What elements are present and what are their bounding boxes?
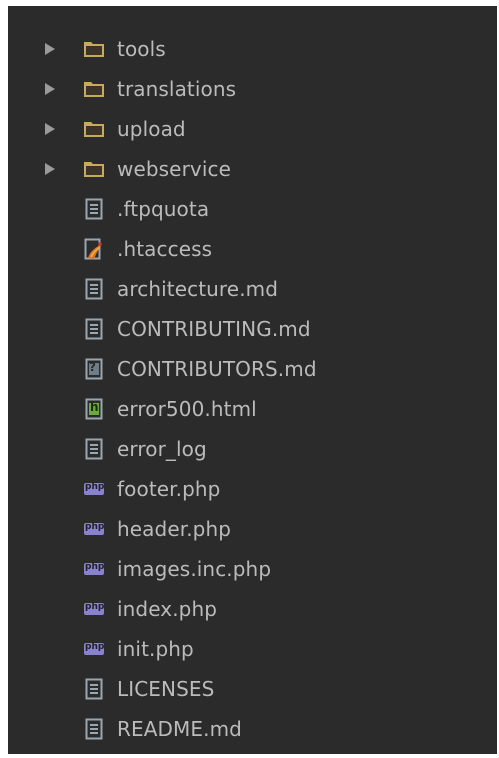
tree-item-label: .ftpquota [117, 197, 210, 221]
tree-item-label: header.php [117, 517, 232, 541]
folder-icon [83, 118, 105, 140]
project-tree-panel: tools translations upload webservice .ft… [8, 6, 497, 754]
folder-icon [83, 78, 105, 100]
screenshot-frame: tools translations upload webservice .ft… [0, 0, 499, 758]
tree-folder-tools[interactable]: tools [9, 29, 496, 69]
tree-item-label: README.md [117, 717, 242, 741]
php-file-icon: php [83, 558, 105, 580]
text-file-icon [83, 318, 105, 340]
expand-arrow-icon[interactable] [43, 162, 57, 176]
tree-file-readme-md[interactable]: README.md [9, 709, 496, 749]
tree-item-label: error500.html [117, 397, 257, 421]
file-tree: tools translations upload webservice .ft… [9, 29, 496, 749]
text-file-icon [83, 278, 105, 300]
php-file-icon: php [83, 518, 105, 540]
expand-arrow-icon[interactable] [43, 82, 57, 96]
php-file-glyph: php [85, 602, 105, 612]
tree-item-label: webservice [117, 157, 231, 181]
htaccess-file-icon [83, 238, 105, 260]
text-file-icon [83, 198, 105, 220]
tree-item-label: init.php [117, 637, 194, 661]
tree-item-label: architecture.md [117, 277, 279, 301]
php-file-glyph: php [85, 642, 105, 652]
expand-arrow-icon[interactable] [43, 42, 57, 56]
php-file-glyph: php [85, 562, 105, 572]
unknown-file-glyph: ? [89, 360, 96, 374]
php-file-icon: php [83, 598, 105, 620]
php-file-glyph: php [85, 522, 105, 532]
tree-file-architecture-md[interactable]: architecture.md [9, 269, 496, 309]
tree-item-label: images.inc.php [117, 557, 272, 581]
php-file-icon: php [83, 478, 105, 500]
tree-item-label: LICENSES [117, 677, 215, 701]
tree-item-label: CONTRIBUTING.md [117, 317, 311, 341]
folder-icon [83, 158, 105, 180]
tree-item-label: tools [117, 37, 166, 61]
tree-file-init-php[interactable]: php init.php [9, 629, 496, 669]
tree-item-label: translations [117, 77, 237, 101]
tree-file-contributors-md[interactable]: ? CONTRIBUTORS.md [9, 349, 496, 389]
tree-file-images-inc-php[interactable]: php images.inc.php [9, 549, 496, 589]
tree-file-contributing-md[interactable]: CONTRIBUTING.md [9, 309, 496, 349]
expand-arrow-icon[interactable] [43, 122, 57, 136]
text-file-icon [83, 718, 105, 740]
tree-file-footer-php[interactable]: php footer.php [9, 469, 496, 509]
text-file-icon [83, 438, 105, 460]
tree-file-licenses[interactable]: LICENSES [9, 669, 496, 709]
folder-icon [83, 38, 105, 60]
tree-folder-upload[interactable]: upload [9, 109, 496, 149]
tree-item-label: error_log [117, 437, 207, 461]
tree-item-label: index.php [117, 597, 218, 621]
tree-file-error-log[interactable]: error_log [9, 429, 496, 469]
tree-file-htaccess[interactable]: .htaccess [9, 229, 496, 269]
tree-file-index-php[interactable]: php index.php [9, 589, 496, 629]
tree-item-label: footer.php [117, 477, 221, 501]
tree-file-header-php[interactable]: php header.php [9, 509, 496, 549]
tree-folder-translations[interactable]: translations [9, 69, 496, 109]
tree-item-label: .htaccess [117, 237, 213, 261]
html-file-icon: h [83, 398, 105, 420]
tree-item-label: CONTRIBUTORS.md [117, 357, 317, 381]
php-file-icon: php [83, 638, 105, 660]
unknown-file-icon: ? [83, 358, 105, 380]
tree-folder-webservice[interactable]: webservice [9, 149, 496, 189]
tree-file-error500-html[interactable]: h error500.html [9, 389, 496, 429]
php-file-glyph: php [85, 482, 105, 492]
tree-file-ftpquota[interactable]: .ftpquota [9, 189, 496, 229]
tree-item-label: upload [117, 117, 186, 141]
html-file-glyph: h [90, 400, 99, 414]
text-file-icon [83, 678, 105, 700]
